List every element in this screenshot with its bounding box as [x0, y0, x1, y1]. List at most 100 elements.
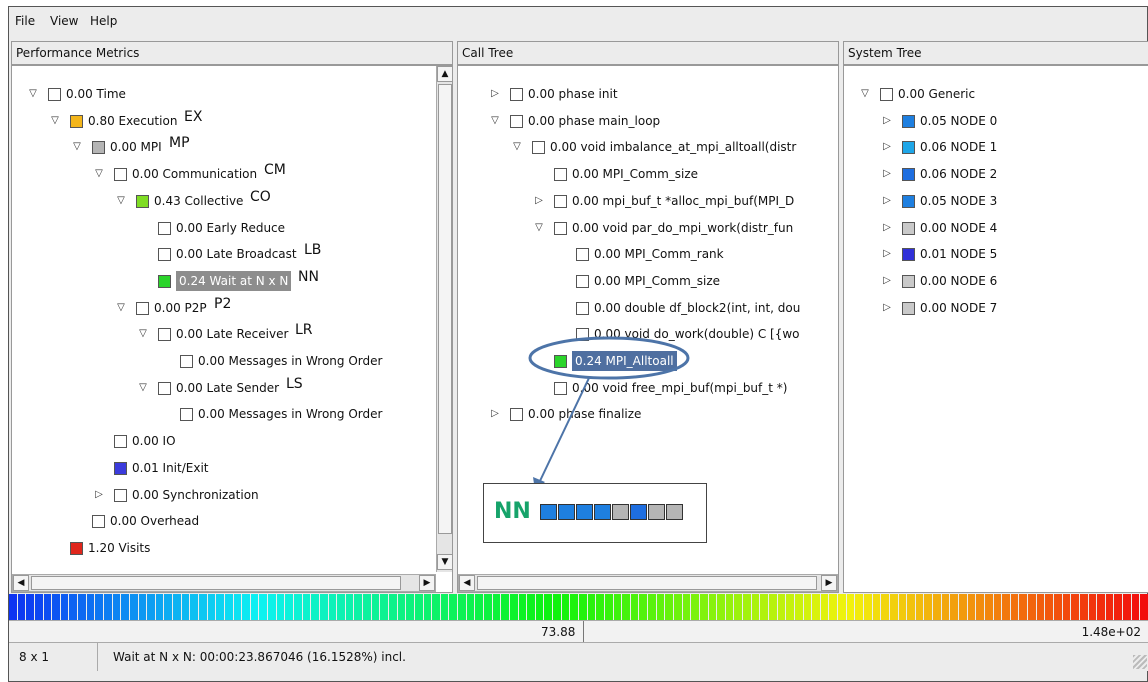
- app-window: File View Help Performance Metrics Call …: [8, 6, 1148, 682]
- expand-closed-icon[interactable]: ▷: [880, 271, 894, 291]
- metric-color-swatch: [902, 301, 915, 315]
- scale-mid-tick: [583, 621, 584, 643]
- color-scale-stripe: [380, 594, 388, 620]
- scroll-left-arrow-icon[interactable]: ◀: [13, 575, 29, 591]
- color-scale-stripe: [1079, 594, 1088, 620]
- expand-closed-icon[interactable]: ▷: [880, 191, 894, 211]
- scroll-right-arrow-icon[interactable]: ▶: [419, 575, 435, 591]
- expand-open-icon[interactable]: ▽: [858, 84, 872, 104]
- menu-file[interactable]: File: [15, 14, 35, 28]
- metrics-vscroll-thumb[interactable]: [438, 84, 452, 534]
- color-scale-stripe: [820, 594, 829, 620]
- tree-row-label: 0.80 Execution: [88, 113, 178, 128]
- tree-row-label: 0.00 NODE 4: [920, 220, 998, 235]
- color-scale-stripe: [147, 594, 155, 620]
- color-scale-stripe: [276, 594, 285, 620]
- color-scale-stripe: [699, 594, 708, 620]
- tree-row-label: 0.00 Late Receiver: [176, 327, 289, 342]
- expand-open-icon[interactable]: ▽: [136, 378, 150, 398]
- color-scale-stripe: [432, 594, 440, 620]
- color-scale-stripe: [95, 594, 103, 620]
- expand-open-icon[interactable]: ▽: [114, 298, 128, 318]
- expand-closed-icon[interactable]: ▷: [880, 164, 894, 184]
- tree-row-label: 0.05 NODE 3: [920, 193, 998, 208]
- color-scale-stripe: [769, 594, 777, 620]
- status-bar: 8 x 1 Wait at N x N: 00:00:23.867046 (16…: [9, 642, 1148, 671]
- expand-open-icon[interactable]: ▽: [136, 324, 150, 344]
- metric-color-swatch: [180, 408, 193, 422]
- metric-color-swatch: [92, 515, 105, 529]
- status-message: Wait at N x N: 00:00:23.867046 (16.1528%…: [113, 650, 406, 664]
- color-scale-stripe: [656, 594, 665, 620]
- expand-closed-icon[interactable]: ▷: [92, 485, 106, 505]
- color-scale-stripe: [915, 594, 924, 620]
- color-scale-stripe: [242, 594, 250, 620]
- color-scale-stripe: [492, 594, 501, 620]
- color-scale-stripe: [129, 594, 138, 620]
- color-scale-stripe: [984, 594, 993, 620]
- color-scale-stripe: [881, 594, 889, 620]
- metric-color-swatch: [902, 194, 915, 208]
- metrics-hscrollbar[interactable]: ◀ ▶: [12, 574, 436, 592]
- color-scale-stripe: [812, 594, 820, 620]
- annotation-tag: EX: [181, 106, 206, 127]
- tree-row-label: 0.43 Collective: [154, 193, 244, 208]
- metrics-hscroll-thumb[interactable]: [31, 576, 401, 590]
- system-tree-pane[interactable]: ▽ 0.00 Generic ▷ 0.05 NODE 0 ▷ 0.06 NODE 1 ▷ 0.…: [843, 65, 1148, 593]
- color-scale-stripe: [907, 594, 915, 620]
- expand-closed-icon[interactable]: ▷: [880, 137, 894, 157]
- color-scale-bar: [9, 594, 1148, 620]
- color-scale-stripe: [250, 594, 259, 620]
- metric-color-swatch: [158, 248, 171, 262]
- color-scale-stripe: [1114, 594, 1123, 620]
- nn-inset-label: NN: [494, 499, 531, 524]
- tree-row-label: 0.05 NODE 0: [920, 113, 998, 128]
- tree-row-label: 0.06 NODE 1: [920, 140, 998, 155]
- color-scale-stripe: [233, 594, 242, 620]
- resize-grip-icon[interactable]: [1133, 655, 1147, 669]
- nn-cell: [540, 504, 557, 520]
- menu-help[interactable]: Help: [90, 14, 117, 28]
- nn-cell: [558, 504, 575, 520]
- metrics-vscrollbar[interactable]: ▲ ▼: [436, 66, 452, 572]
- metric-color-swatch: [114, 435, 127, 449]
- scale-mid-value: 73.88: [541, 625, 576, 639]
- scroll-up-arrow-icon[interactable]: ▲: [437, 66, 452, 82]
- annotation-arrow: [538, 377, 590, 484]
- expand-open-icon[interactable]: ▽: [114, 191, 128, 211]
- tree-row-label: 0.00 Synchronization: [132, 487, 259, 502]
- color-scale-stripe: [319, 594, 328, 620]
- metric-color-swatch: [48, 88, 61, 101]
- color-scale-stripe: [449, 594, 458, 620]
- color-scale-stripe: [648, 594, 656, 620]
- menu-bar: File View Help: [9, 7, 1147, 35]
- color-scale-stripe: [112, 594, 121, 620]
- color-scale-stripe: [458, 594, 466, 620]
- menu-view[interactable]: View: [50, 14, 78, 28]
- expand-closed-icon[interactable]: ▷: [880, 111, 894, 131]
- color-scale-stripe: [708, 594, 717, 620]
- expand-open-icon[interactable]: ▽: [70, 137, 84, 157]
- color-scale-stripe: [674, 594, 682, 620]
- color-scale-stripe: [855, 594, 863, 620]
- scroll-down-arrow-icon[interactable]: ▼: [437, 554, 452, 570]
- metric-color-swatch: [70, 541, 83, 555]
- color-scale-stripe: [1010, 594, 1019, 620]
- expand-open-icon[interactable]: ▽: [26, 84, 40, 104]
- expand-closed-icon[interactable]: ▷: [880, 218, 894, 238]
- color-scale-stripe: [302, 594, 311, 620]
- expand-closed-icon[interactable]: ▷: [880, 298, 894, 318]
- expand-open-icon[interactable]: ▽: [48, 111, 62, 131]
- color-scale-stripe: [751, 594, 760, 620]
- color-scale-stripe: [838, 594, 846, 620]
- metric-color-swatch: [158, 328, 171, 342]
- color-scale-stripe: [1028, 594, 1036, 620]
- color-scale-stripe: [933, 594, 941, 620]
- color-scale-stripe: [760, 594, 768, 620]
- expand-closed-icon[interactable]: ▷: [880, 244, 894, 264]
- status-divider: [97, 643, 98, 671]
- color-scale-stripe: [164, 594, 173, 620]
- expand-open-icon[interactable]: ▽: [92, 164, 106, 184]
- tree-row-label: 0.00 Generic: [898, 87, 976, 101]
- metrics-tree-pane[interactable]: ▲ ▼ ◀ ▶ ▽ 0.00 Time ▽ 0.80 Execution EX ▽ 0.00…: [11, 65, 453, 593]
